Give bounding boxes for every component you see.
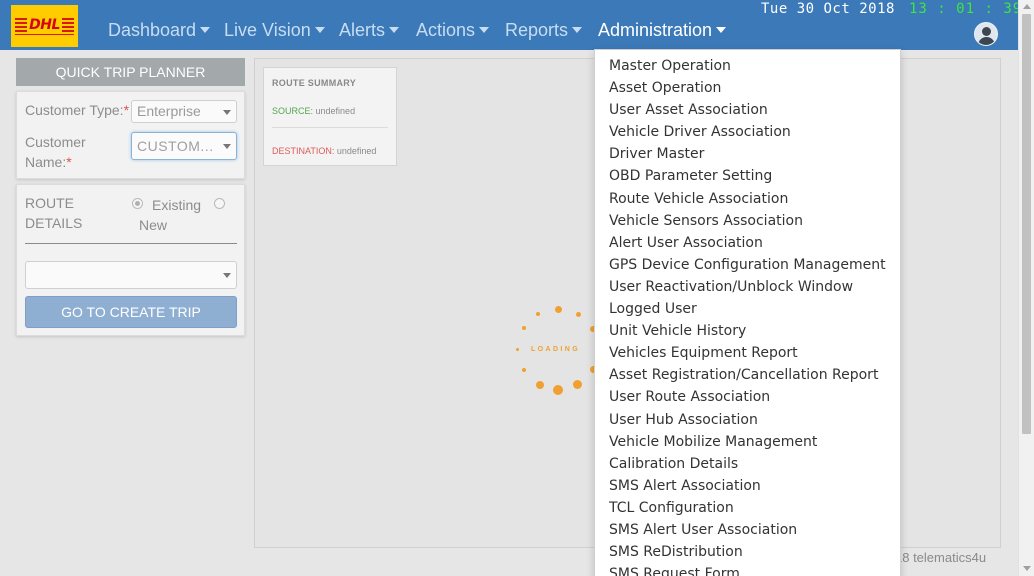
chevron-down-icon	[223, 273, 231, 278]
customer-name-label-line2: Name:*	[25, 154, 72, 170]
customer-panel: Customer Type:* Enterprise Customer Name…	[16, 91, 245, 179]
clock-hours: 13	[909, 1, 928, 17]
nav-administration-label: Administration	[598, 20, 713, 40]
route-divider	[25, 243, 237, 244]
route-source: SOURCE: undefined	[272, 106, 355, 116]
nav-alerts-label: Alerts	[339, 20, 386, 40]
menu-item-tcl-configuration[interactable]: TCL Configuration	[595, 498, 900, 520]
caret-down-icon	[314, 27, 325, 33]
route-details-label-line2: DETAILS	[25, 215, 83, 231]
route-select[interactable]	[25, 261, 237, 289]
nav-dashboard-label: Dashboard	[108, 20, 197, 40]
menu-item-user-reactivation-unblock-window[interactable]: User Reactivation/Unblock Window	[595, 277, 900, 299]
scroll-up-arrow-icon[interactable]	[1023, 4, 1031, 9]
menu-item-user-asset-association[interactable]: User Asset Association	[595, 100, 900, 122]
route-summary-divider	[272, 127, 388, 128]
menu-item-sms-alert-user-association[interactable]: SMS Alert User Association	[595, 520, 900, 542]
caret-down-icon	[572, 27, 583, 33]
menu-item-alert-user-association[interactable]: Alert User Association	[595, 233, 900, 255]
menu-item-driver-master[interactable]: Driver Master	[595, 144, 900, 166]
source-value: undefined	[315, 106, 356, 116]
menu-item-sms-alert-association[interactable]: SMS Alert Association	[595, 476, 900, 498]
spinner-dot	[555, 306, 562, 313]
radio-existing[interactable]	[132, 198, 143, 209]
administration-menu-list: Master Operation Asset Operation User Asse…	[595, 50, 900, 576]
menu-item-vehicles-equipment-report[interactable]: Vehicles Equipment Report	[595, 343, 900, 365]
nav-administration[interactable]: Administration	[598, 20, 727, 44]
menu-item-user-route-association[interactable]: User Route Association	[595, 387, 900, 409]
nav-live-vision-label: Live Vision	[224, 20, 311, 40]
menu-item-calibration-details[interactable]: Calibration Details	[595, 454, 900, 476]
route-details-label-line1: ROUTE	[25, 195, 74, 211]
caret-down-icon	[479, 27, 490, 33]
nav-reports-label: Reports	[505, 20, 569, 40]
customer-name-select[interactable]: CUSTOM...	[131, 132, 237, 160]
current-time: 13 : 01 : 39	[909, 1, 1023, 17]
nav-live-vision[interactable]: Live Vision	[224, 20, 325, 44]
menu-item-vehicle-sensors-association[interactable]: Vehicle Sensors Association	[595, 211, 900, 233]
logo-text: DHL	[27, 17, 62, 33]
page-scrollbar[interactable]	[1018, 0, 1034, 576]
destination-value: undefined	[336, 146, 377, 156]
spinner-dot	[536, 381, 544, 389]
footer-copyright: 18 telematics4u	[895, 550, 987, 565]
customer-type-value: Enterprise	[137, 103, 201, 119]
nav-actions[interactable]: Actions	[416, 20, 490, 44]
menu-item-sms-redistribution[interactable]: SMS ReDistribution	[595, 542, 900, 564]
customer-type-label: Customer Type:*	[25, 102, 130, 118]
scrollbar-thumb[interactable]	[1022, 14, 1031, 434]
radio-new-label: New	[139, 217, 168, 233]
customer-type-select[interactable]: Enterprise	[131, 100, 237, 123]
nav-dashboard[interactable]: Dashboard	[108, 20, 211, 44]
nav-reports[interactable]: Reports	[505, 20, 583, 44]
radio-existing-label: Existing	[152, 197, 202, 213]
caret-down-icon	[389, 27, 400, 33]
chevron-down-icon	[223, 144, 231, 149]
go-to-create-trip-button[interactable]: GO TO CREATE TRIP	[25, 296, 237, 328]
radio-new[interactable]	[214, 198, 225, 209]
menu-item-logged-user[interactable]: Logged User	[595, 299, 900, 321]
menu-item-user-hub-association[interactable]: User Hub Association	[595, 410, 900, 432]
spinner-dot	[576, 312, 581, 317]
menu-item-obd-parameter-setting[interactable]: OBD Parameter Setting	[595, 166, 900, 188]
quick-trip-planner-title: QUICK TRIP PLANNER	[16, 58, 245, 86]
spinner-dot	[553, 385, 563, 395]
menu-item-asset-operation[interactable]: Asset Operation	[595, 78, 900, 100]
nav-actions-label: Actions	[416, 20, 476, 40]
menu-item-vehicle-driver-association[interactable]: Vehicle Driver Association	[595, 122, 900, 144]
menu-item-gps-device-configuration-management[interactable]: GPS Device Configuration Management	[595, 255, 900, 277]
menu-item-unit-vehicle-history[interactable]: Unit Vehicle History	[595, 321, 900, 343]
dhl-logo[interactable]: DHL	[11, 5, 78, 47]
clock-minutes: 01	[956, 1, 976, 17]
menu-item-asset-registration-cancellation-report[interactable]: Asset Registration/Cancellation Report	[595, 365, 900, 387]
spinner-dot	[516, 348, 519, 351]
route-destination: DESTINATION: undefined	[272, 146, 376, 156]
caret-down-icon	[716, 27, 727, 33]
destination-label: DESTINATION:	[272, 146, 335, 156]
spinner-dot	[522, 326, 526, 330]
spinner-dot	[536, 312, 540, 316]
menu-item-master-operation[interactable]: Master Operation	[595, 56, 900, 78]
administration-dropdown-menu: Master Operation Asset Operation User Asse…	[594, 49, 901, 576]
source-label: SOURCE:	[272, 106, 314, 116]
top-navbar: DHL Dashboard Live Vision Alerts Actions…	[0, 0, 1021, 50]
route-summary-card: ROUTE SUMMARY SOURCE: undefined DESTINAT…	[263, 67, 397, 166]
spinner-dot	[573, 380, 582, 389]
customer-name-value: CUSTOM...	[137, 138, 214, 154]
chevron-down-icon	[223, 109, 231, 115]
caret-down-icon	[200, 27, 211, 33]
customer-name-label-line1: Customer	[25, 134, 86, 150]
loading-text: LOADING	[531, 346, 581, 353]
menu-item-sms-request-form[interactable]: SMS Request Form	[595, 564, 900, 576]
current-date: Tue 30 Oct 2018	[761, 1, 895, 17]
menu-item-vehicle-mobilize-management[interactable]: Vehicle Mobilize Management	[595, 432, 900, 454]
nav-alerts[interactable]: Alerts	[339, 20, 400, 44]
route-summary-title: ROUTE SUMMARY	[272, 78, 357, 88]
spinner-dot	[522, 368, 526, 372]
user-avatar-icon[interactable]	[974, 22, 998, 46]
menu-item-route-vehicle-association[interactable]: Route Vehicle Association	[595, 189, 900, 211]
scroll-down-arrow-icon[interactable]	[1023, 566, 1031, 571]
route-details-panel: ROUTE DETAILS Existing New GO TO CREATE …	[16, 184, 245, 336]
